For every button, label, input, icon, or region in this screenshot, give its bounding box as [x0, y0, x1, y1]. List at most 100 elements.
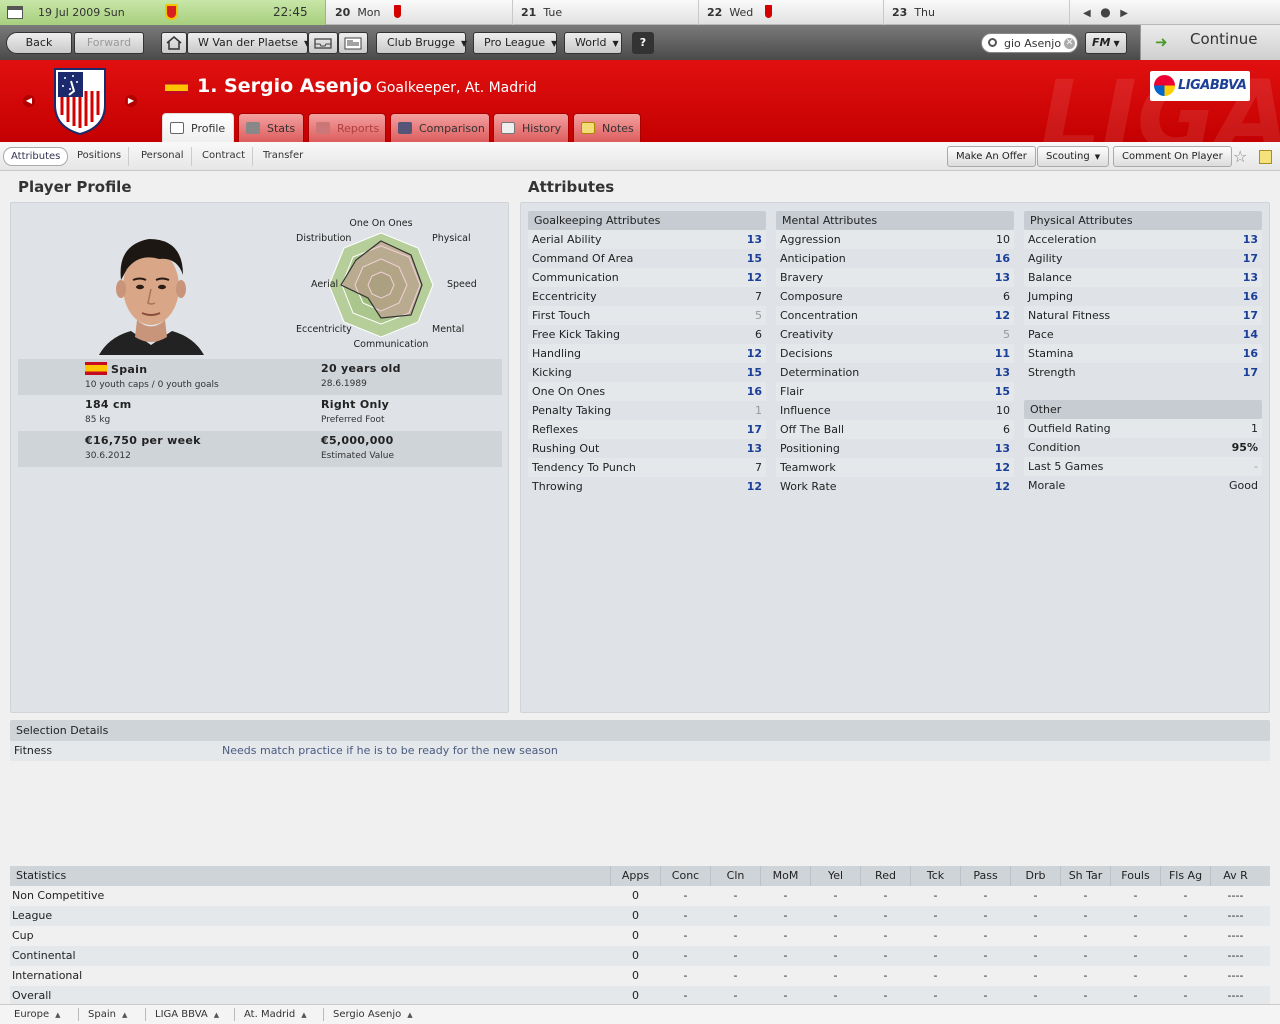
current-day[interactable]: 19 Jul 2009 Sun 22:45 [0, 0, 326, 25]
next-player-icon[interactable]: ▶ [125, 95, 137, 107]
prev-player-icon[interactable]: ◀ [23, 95, 35, 107]
table-row[interactable]: International 0- - - - - - - - - - - ---- [10, 966, 1270, 986]
attribute-row[interactable]: Creativity 5 [776, 325, 1014, 344]
prev-day-icon[interactable]: ◀ [1083, 8, 1091, 19]
today-dot-icon[interactable]: ● [1100, 5, 1110, 19]
attribute-row[interactable]: Anticipation 16 [776, 249, 1014, 268]
attribute-row[interactable]: One On Ones 16 [528, 382, 766, 401]
next-day-icon[interactable]: ▶ [1120, 8, 1128, 19]
attribute-row[interactable]: Communication 12 [528, 268, 766, 287]
attribute-row[interactable]: Outfield Rating 1 [1024, 419, 1262, 438]
attribute-row[interactable]: Composure 6 [776, 287, 1014, 306]
column-header[interactable]: Drb [1010, 866, 1060, 886]
attribute-row[interactable]: Jumping 16 [1024, 287, 1262, 306]
attribute-row[interactable]: Eccentricity 7 [528, 287, 766, 306]
scouting-menu[interactable]: Scouting ▼ [1037, 146, 1110, 167]
table-row[interactable]: League 0- - - - - - - - - - - ---- [10, 906, 1270, 926]
league-menu[interactable]: Pro League ▼ [473, 32, 557, 54]
news-button[interactable] [338, 32, 368, 54]
attribute-row[interactable]: Flair 15 [776, 382, 1014, 401]
table-row[interactable]: Cup 0- - - - - - - - - - - ---- [10, 926, 1270, 946]
tab-reports[interactable]: Reports [308, 113, 386, 142]
column-header[interactable]: MoM [760, 866, 810, 886]
attribute-row[interactable]: Acceleration 13 [1024, 230, 1262, 249]
subtab-positions[interactable]: Positions [70, 147, 130, 166]
attribute-row[interactable]: Decisions 11 [776, 344, 1014, 363]
attribute-row[interactable]: Pace 14 [1024, 325, 1262, 344]
continue-button[interactable]: ➜ Continue [1140, 25, 1280, 60]
column-header[interactable]: Red [860, 866, 910, 886]
table-row[interactable]: Overall 0- - - - - - - - - - - ---- [10, 986, 1270, 1006]
column-header[interactable]: Fls Ag [1160, 866, 1210, 886]
make-offer-button[interactable]: Make An Offer [947, 146, 1036, 167]
tab-profile[interactable]: Profile [162, 113, 234, 142]
attribute-row[interactable]: Tendency To Punch 7 [528, 458, 766, 477]
breadcrumb-item[interactable]: LIGA BBVA ▲ [155, 1006, 219, 1024]
attribute-row[interactable]: Handling 12 [528, 344, 766, 363]
attribute-row[interactable]: Off The Ball 6 [776, 420, 1014, 439]
tab-notes[interactable]: Notes [573, 113, 641, 142]
attribute-row[interactable]: Throwing 12 [528, 477, 766, 496]
column-header[interactable]: Cln [710, 866, 760, 886]
column-header[interactable]: Sh Tar [1060, 866, 1110, 886]
attribute-row[interactable]: Aerial Ability 13 [528, 230, 766, 249]
home-button[interactable] [161, 32, 187, 54]
attribute-row[interactable]: Kicking 15 [528, 363, 766, 382]
day-thu[interactable]: 23 Thu [884, 0, 1070, 25]
column-header[interactable]: Fouls [1110, 866, 1160, 886]
attribute-row[interactable]: Last 5 Games - [1024, 457, 1262, 476]
column-header[interactable]: Tck [910, 866, 960, 886]
attribute-row[interactable]: Bravery 13 [776, 268, 1014, 287]
inbox-button[interactable] [308, 32, 338, 54]
column-header[interactable]: Av R [1210, 866, 1260, 886]
clear-icon[interactable]: ✕ [1064, 38, 1075, 49]
column-header[interactable]: Yel [810, 866, 860, 886]
attribute-row[interactable]: Morale Good [1024, 476, 1262, 495]
tab-history[interactable]: History [493, 113, 569, 142]
attribute-row[interactable]: Aggression 10 [776, 230, 1014, 249]
table-row[interactable]: Continental 0- - - - - - - - - - - ---- [10, 946, 1270, 966]
column-header[interactable]: Pass [960, 866, 1010, 886]
attribute-row[interactable]: Free Kick Taking 6 [528, 325, 766, 344]
attribute-row[interactable]: Determination 13 [776, 363, 1014, 382]
column-header[interactable]: Conc [660, 866, 710, 886]
attribute-row[interactable]: Influence 10 [776, 401, 1014, 420]
club-menu[interactable]: Club Brugge ▼ [376, 32, 467, 54]
subtab-contract[interactable]: Contract [195, 147, 254, 166]
search-input[interactable]: gio Asenjo ✕ [981, 33, 1078, 53]
attribute-row[interactable]: Balance 13 [1024, 268, 1262, 287]
attribute-row[interactable]: Reflexes 17 [528, 420, 766, 439]
attribute-row[interactable]: Teamwork 12 [776, 458, 1014, 477]
fm-menu[interactable]: FM ▼ [1085, 32, 1127, 54]
comment-button[interactable]: Comment On Player [1113, 146, 1232, 167]
attribute-row[interactable]: Rushing Out 13 [528, 439, 766, 458]
subtab-transfer[interactable]: Transfer [256, 147, 310, 166]
tab-comparison[interactable]: Comparison [390, 113, 490, 142]
back-button[interactable]: Back [6, 32, 72, 54]
attribute-row[interactable]: Condition 95% [1024, 438, 1262, 457]
attribute-row[interactable]: Agility 17 [1024, 249, 1262, 268]
day-tue[interactable]: 21 Tue [513, 0, 699, 25]
attribute-row[interactable]: Concentration 12 [776, 306, 1014, 325]
help-button[interactable]: ? [632, 32, 654, 54]
attribute-row[interactable]: Work Rate 12 [776, 477, 1014, 496]
breadcrumb-item[interactable]: Sergio Asenjo ▲ [333, 1006, 413, 1024]
attribute-row[interactable]: Natural Fitness 17 [1024, 306, 1262, 325]
star-icon[interactable]: ☆ [1233, 147, 1247, 166]
forward-button[interactable]: Forward [74, 32, 144, 54]
manager-menu[interactable]: W Van der Plaetse▼ [187, 32, 310, 54]
world-menu[interactable]: World ▼ [564, 32, 622, 54]
tab-stats[interactable]: Stats [238, 113, 304, 142]
day-wed[interactable]: 22 Wed [699, 0, 884, 25]
attribute-row[interactable]: Command Of Area 15 [528, 249, 766, 268]
attribute-row[interactable]: Penalty Taking 1 [528, 401, 766, 420]
breadcrumb-item[interactable]: At. Madrid ▲ [244, 1006, 307, 1024]
day-mon[interactable]: 20 Mon [327, 0, 513, 25]
add-note-icon[interactable] [1259, 150, 1272, 164]
subtab-attributes[interactable]: Attributes [3, 147, 69, 166]
column-header[interactable]: Apps [610, 866, 660, 886]
breadcrumb-item[interactable]: Europe ▲ [14, 1006, 61, 1024]
attribute-row[interactable]: Stamina 16 [1024, 344, 1262, 363]
attribute-row[interactable]: First Touch 5 [528, 306, 766, 325]
attribute-row[interactable]: Positioning 13 [776, 439, 1014, 458]
